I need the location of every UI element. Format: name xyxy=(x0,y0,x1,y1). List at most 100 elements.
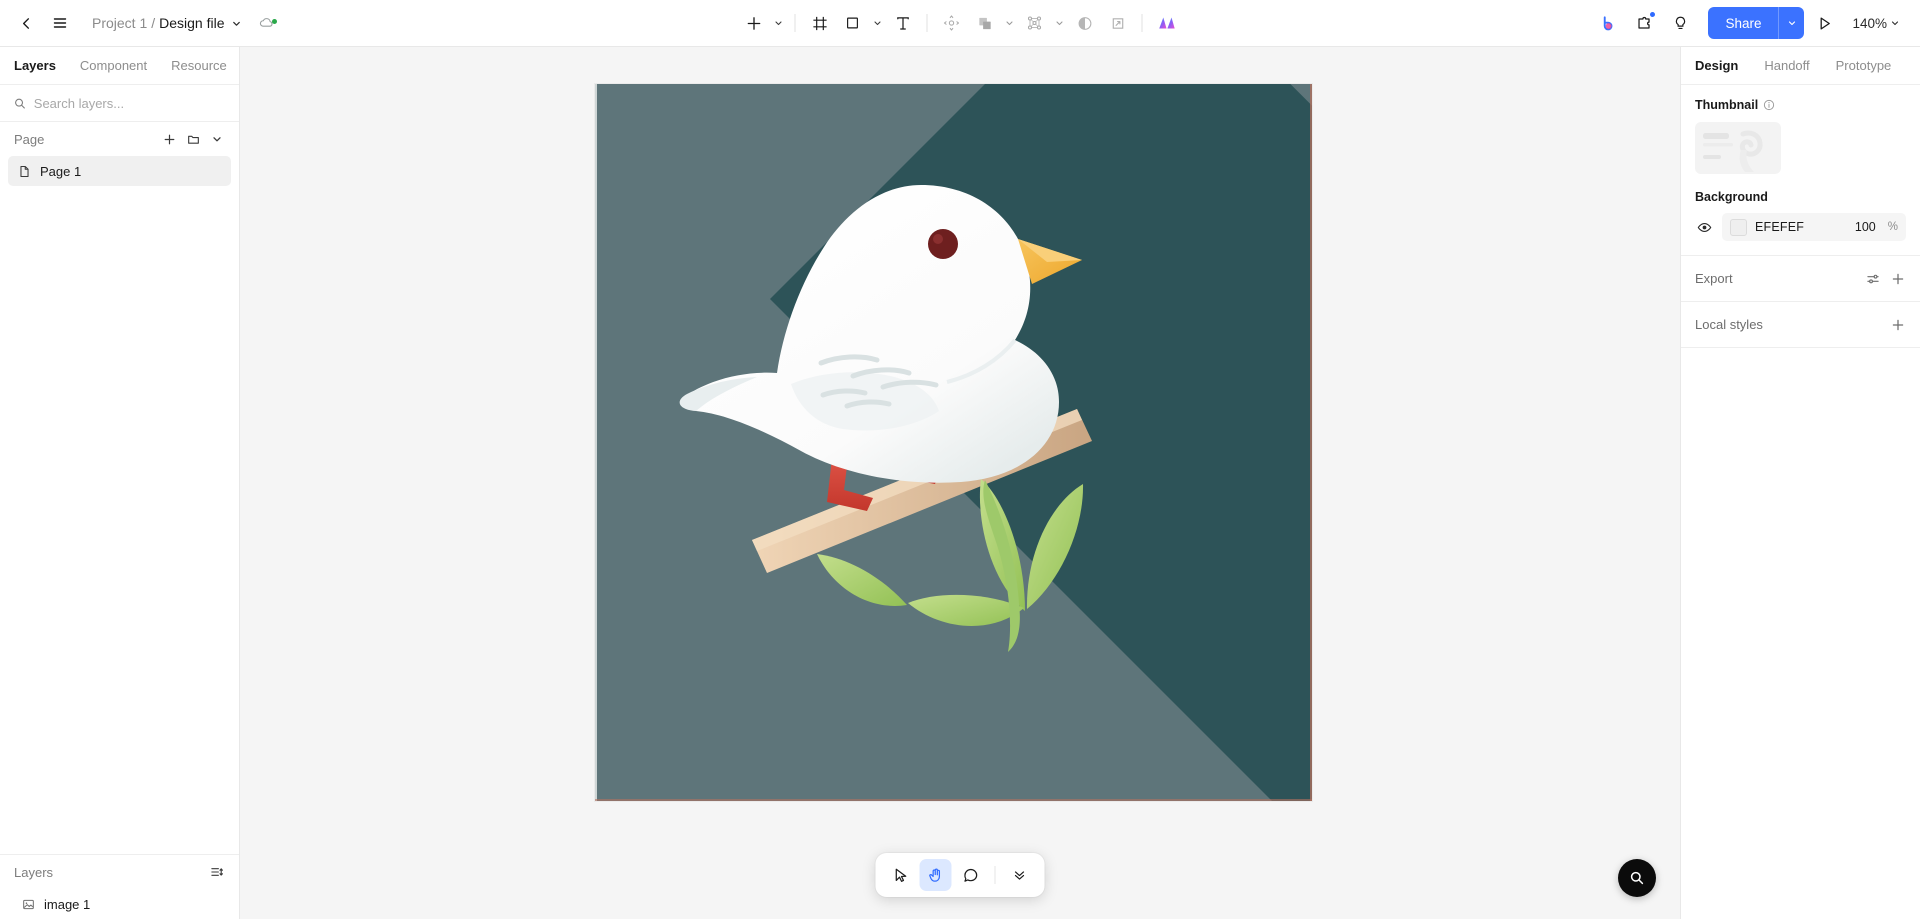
back-button[interactable] xyxy=(10,7,42,39)
top-bar: Project 1 / Design file Share 140% xyxy=(0,0,1920,47)
more-tools-button[interactable] xyxy=(1004,859,1036,891)
tab-prototype[interactable]: Prototype xyxy=(1836,47,1892,84)
breadcrumb-separator: / xyxy=(151,15,156,31)
canvas-area[interactable] xyxy=(240,47,1680,919)
layers-section-actions xyxy=(206,861,228,883)
page-item-page-1[interactable]: Page 1 xyxy=(8,156,231,186)
export-section: Export xyxy=(1681,256,1920,302)
comment-bubble-icon xyxy=(963,868,977,882)
add-page-button[interactable] xyxy=(158,128,180,150)
pen-tool-chevron-down-icon[interactable] xyxy=(1052,7,1068,39)
info-circle-icon[interactable] xyxy=(1763,99,1775,111)
add-tool-chevron-down-icon[interactable] xyxy=(771,7,787,39)
background-hex-value[interactable]: EFEFEF xyxy=(1755,220,1804,234)
layer-sort-options-icon xyxy=(211,868,223,876)
plus-icon xyxy=(1892,319,1904,330)
local-styles-section: Local styles xyxy=(1681,302,1920,348)
share-button-group: Share xyxy=(1708,7,1805,39)
top-bar-left: Project 1 / Design file xyxy=(0,7,277,39)
boolean-tool-chevron-down-icon[interactable] xyxy=(1002,7,1018,39)
search-layers-row xyxy=(0,85,239,122)
main-menu-button[interactable] xyxy=(44,7,76,39)
search-icon xyxy=(15,98,25,109)
left-panel-tabs: Layers Component Resource xyxy=(0,47,239,85)
tab-layers[interactable]: Layers xyxy=(14,47,56,84)
top-bar-right: Share 140% xyxy=(1592,7,1920,39)
chevron-down-icon xyxy=(213,137,221,142)
lightbulb-icon[interactable] xyxy=(1664,7,1696,39)
page-item-label: Page 1 xyxy=(40,163,82,179)
shape-tool-button[interactable] xyxy=(837,7,869,39)
frame-tool-button[interactable] xyxy=(804,7,836,39)
dove-eye xyxy=(928,229,958,259)
comment-tool-button[interactable] xyxy=(955,859,987,891)
breadcrumb: Project 1 / Design file xyxy=(92,15,242,31)
artboard[interactable] xyxy=(595,84,1312,801)
image-icon xyxy=(23,899,34,909)
transform-tool-button[interactable] xyxy=(936,7,968,39)
background-opacity-value[interactable]: 100 xyxy=(1855,220,1876,234)
artboard-edge-left xyxy=(595,84,597,801)
select-tool-button[interactable] xyxy=(885,859,917,891)
export-actions xyxy=(1862,268,1909,290)
layer-sort-options-button[interactable] xyxy=(206,861,228,883)
right-panel-tabs: Design Handoff Prototype xyxy=(1681,47,1920,85)
canvas-search-button[interactable] xyxy=(1618,859,1656,897)
export-settings-button[interactable] xyxy=(1862,268,1884,290)
thumbnail-section: Thumbnail Background EFEFEF 100 % xyxy=(1681,85,1920,256)
zoom-level-selector[interactable]: 140% xyxy=(1844,11,1906,36)
tab-component[interactable]: Component xyxy=(80,47,147,84)
chevron-down-icon[interactable] xyxy=(231,18,242,29)
folder-icon xyxy=(187,135,199,144)
breadcrumb-file[interactable]: Design file xyxy=(159,15,224,31)
search-input[interactable] xyxy=(33,95,225,111)
local-styles-label: Local styles xyxy=(1695,317,1763,332)
slice-tool-button[interactable] xyxy=(1102,7,1134,39)
artboard-edge-right xyxy=(1310,84,1312,801)
page-file-icon xyxy=(20,165,29,177)
local-styles-add-button[interactable] xyxy=(1887,314,1909,336)
add-tool-button[interactable] xyxy=(738,7,770,39)
workspace: Layers Component Resource Page xyxy=(0,47,1920,919)
background-color-swatch[interactable] xyxy=(1730,218,1747,236)
thumbnail-label-row: Thumbnail xyxy=(1695,98,1906,112)
layers-section-header: Layers xyxy=(0,855,239,889)
right-panel: Design Handoff Prototype Thumbnail Backg… xyxy=(1680,47,1920,919)
breadcrumb-project[interactable]: Project 1 xyxy=(92,15,147,31)
b-logo-icon[interactable] xyxy=(1592,7,1624,39)
tab-design[interactable]: Design xyxy=(1695,47,1738,84)
hand-pan-icon xyxy=(928,868,940,882)
thumbnail-preview[interactable] xyxy=(1695,122,1781,174)
export-add-button[interactable] xyxy=(1887,268,1909,290)
share-chevron-down-icon[interactable] xyxy=(1778,7,1805,39)
plugin-notification-badge xyxy=(1649,11,1657,18)
cursor-arrow-icon xyxy=(895,868,906,882)
shape-tool-chevron-down-icon[interactable] xyxy=(870,7,886,39)
background-color-field[interactable]: EFEFEF 100 % xyxy=(1722,213,1906,241)
boolean-tool-button[interactable] xyxy=(969,7,1001,39)
present-play-button[interactable] xyxy=(1808,7,1840,39)
collapse-pages-button[interactable] xyxy=(206,128,228,150)
hand-tool-button[interactable] xyxy=(919,859,952,891)
pen-tool-button[interactable] xyxy=(1019,7,1051,39)
background-visibility-toggle[interactable] xyxy=(1695,218,1713,236)
plus-icon xyxy=(1892,273,1904,284)
dove-illustration xyxy=(679,185,1092,652)
left-panel-spacer xyxy=(0,186,239,854)
ai-sparkle-icon[interactable] xyxy=(1151,7,1183,39)
tab-handoff[interactable]: Handoff xyxy=(1764,47,1809,84)
layer-item-image-1[interactable]: image 1 xyxy=(8,889,231,919)
add-page-folder-button[interactable] xyxy=(182,128,204,150)
zoom-chevron-down-icon xyxy=(1891,21,1899,26)
page-section-header: Page xyxy=(0,122,239,156)
plugin-puzzle-icon[interactable] xyxy=(1628,7,1660,39)
thumbnail-label: Thumbnail xyxy=(1695,98,1759,112)
plus-icon xyxy=(164,134,174,144)
cloud-sync-icon xyxy=(258,14,277,32)
page-list: Page 1 xyxy=(0,156,239,186)
tab-resource[interactable]: Resource xyxy=(171,47,227,84)
share-button[interactable]: Share xyxy=(1708,7,1779,39)
background-row: EFEFEF 100 % xyxy=(1695,213,1906,241)
text-tool-button[interactable] xyxy=(887,7,919,39)
mask-tool-button[interactable] xyxy=(1069,7,1101,39)
